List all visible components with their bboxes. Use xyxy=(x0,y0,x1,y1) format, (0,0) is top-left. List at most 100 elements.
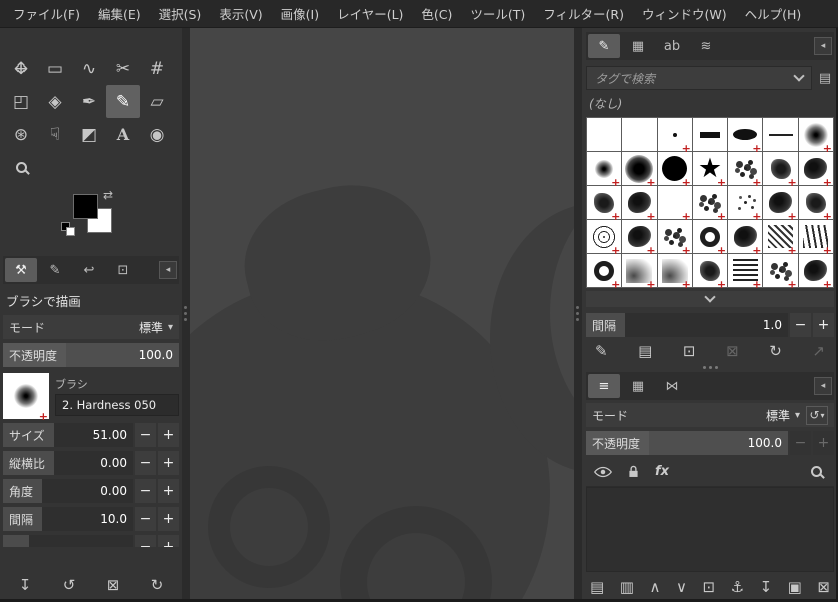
rectangle-select-tool[interactable]: ▭ xyxy=(38,52,72,85)
color-picker-tool[interactable]: ◉ xyxy=(140,118,174,151)
scissors-select-tool[interactable]: ✂ xyxy=(106,52,140,85)
duplicate-layer-button[interactable]: ⊡ xyxy=(702,580,715,595)
free-select-tool[interactable]: ∿ xyxy=(72,52,106,85)
tab-images[interactable]: ⊡ xyxy=(107,258,139,282)
canvas[interactable] xyxy=(190,28,574,602)
brush-item[interactable]: + xyxy=(728,254,762,287)
brush-spacing-increase-button[interactable]: + xyxy=(813,313,834,337)
tool-options-panel-menu-button[interactable]: ◂ xyxy=(159,261,177,279)
layers-list[interactable] xyxy=(586,487,834,572)
brush-item[interactable]: + xyxy=(587,186,621,219)
refresh-brushes-button[interactable]: ↻ xyxy=(769,344,782,359)
menubar-item[interactable]: ウィンドウ(W) xyxy=(633,0,736,27)
tab-device-status[interactable]: ✎ xyxy=(39,258,71,282)
brush-item[interactable]: + xyxy=(622,220,656,253)
brush-item[interactable] xyxy=(622,118,656,151)
brush-item[interactable]: + xyxy=(799,254,833,287)
tag-search-input[interactable]: タグで検索 xyxy=(586,66,812,90)
brush-item[interactable]: + xyxy=(658,152,692,185)
foreground-color-swatch[interactable] xyxy=(73,194,98,219)
brush-item[interactable]: + xyxy=(587,220,621,253)
menubar-item[interactable]: ヘルプ(H) xyxy=(736,0,811,27)
duplicate-brush-button[interactable]: ⊡ xyxy=(683,344,696,359)
anchor-layer-button[interactable]: ⚓ xyxy=(731,580,744,595)
restore-tool-preset-button[interactable]: ↺ xyxy=(63,578,76,593)
menubar-item[interactable]: 表示(V) xyxy=(210,0,271,27)
menubar-item[interactable]: 色(C) xyxy=(412,0,461,27)
brush-item[interactable]: + xyxy=(693,220,727,253)
delete-tool-preset-button[interactable]: ⊠ xyxy=(107,578,120,593)
smudge-tool[interactable]: ☟ xyxy=(38,118,72,151)
text-tool[interactable]: A xyxy=(106,118,140,151)
brush-item[interactable]: + xyxy=(693,152,727,185)
aspect-ratio-slider-increase-button[interactable]: + xyxy=(158,451,179,475)
brush-spacing-slider[interactable]: 間隔 1.0 xyxy=(586,313,788,337)
brush-item[interactable]: + xyxy=(587,254,621,287)
brush-item[interactable]: + xyxy=(763,186,797,219)
brush-item[interactable]: + xyxy=(693,254,727,287)
brush-item[interactable] xyxy=(763,118,797,151)
bucket-fill-tool[interactable]: ◈ xyxy=(38,85,72,118)
size-slider-decrease-button[interactable]: − xyxy=(135,423,156,447)
layer-search-icon[interactable] xyxy=(811,466,822,477)
menubar-item[interactable]: 編集(E) xyxy=(89,0,150,27)
panel-resize-handle-left[interactable] xyxy=(182,28,190,602)
crop-tool[interactable]: # xyxy=(140,52,174,85)
brush-item[interactable]: + xyxy=(622,186,656,219)
brush-item[interactable]: + xyxy=(799,118,833,151)
lower-layer-button[interactable]: ∨ xyxy=(676,580,687,595)
tab-channels[interactable]: ▦ xyxy=(622,374,654,398)
aspect-ratio-slider-decrease-button[interactable]: − xyxy=(135,451,156,475)
clipped-increase-button[interactable]: + xyxy=(158,535,179,547)
tab-undo-history[interactable]: ↩ xyxy=(73,258,105,282)
paint-mode-dropdown[interactable]: モード 標準 ▾ xyxy=(3,315,179,339)
brush-item[interactable]: + xyxy=(658,118,692,151)
menubar-item[interactable]: フィルター(R) xyxy=(534,0,633,27)
brush-item[interactable]: + xyxy=(622,152,656,185)
menubar-item[interactable]: 選択(S) xyxy=(150,0,211,27)
panel-resize-handle-right[interactable] xyxy=(574,28,582,602)
tab-tool-options[interactable]: ⚒ xyxy=(5,258,37,282)
zoom-tool[interactable] xyxy=(4,151,38,184)
brush-item[interactable]: + xyxy=(587,152,621,185)
opacity-slider[interactable]: 不透明度 100.0 xyxy=(3,343,179,367)
paintbrush-tool[interactable]: ✎ xyxy=(106,85,140,118)
default-colors-icon[interactable] xyxy=(61,222,75,236)
angle-slider[interactable]: 角度0.00 xyxy=(3,479,133,503)
menubar-item[interactable]: ファイル(F) xyxy=(4,0,89,27)
tab-gradients[interactable]: ≋ xyxy=(690,34,722,58)
brush-item[interactable]: + xyxy=(799,152,833,185)
ink-tool[interactable]: ✒ xyxy=(72,85,106,118)
spacing-slider[interactable]: 間隔10.0 xyxy=(3,507,133,531)
brush-item[interactable] xyxy=(587,118,621,151)
brush-item[interactable]: + xyxy=(728,152,762,185)
selected-tag[interactable]: (なし) xyxy=(586,90,834,115)
angle-slider-decrease-button[interactable]: − xyxy=(135,479,156,503)
brush-item[interactable]: + xyxy=(622,254,656,287)
brush-item[interactable]: + xyxy=(693,186,727,219)
layers-panel-menu-button[interactable]: ◂ xyxy=(814,377,832,395)
transform-tool[interactable]: ◰ xyxy=(4,85,38,118)
new-brush-button[interactable]: ▤ xyxy=(638,344,652,359)
layer-effects-icon[interactable]: fx xyxy=(655,464,669,479)
layer-mode-value[interactable]: 標準 xyxy=(766,407,790,424)
tab-brushes[interactable]: ✎ xyxy=(588,34,620,58)
aspect-ratio-slider[interactable]: 縦横比0.00 xyxy=(3,451,133,475)
brush-item[interactable]: + xyxy=(763,152,797,185)
dock-separator-grip[interactable] xyxy=(586,363,834,370)
brushes-panel-menu-button[interactable]: ◂ xyxy=(814,37,832,55)
brush-item[interactable] xyxy=(693,118,727,151)
lock-icon[interactable] xyxy=(627,464,640,479)
brush-name-field[interactable]: 2. Hardness 050 xyxy=(55,394,179,416)
reset-tool-options-button[interactable]: ↻ xyxy=(151,578,164,593)
tab-fonts[interactable]: ab xyxy=(656,34,688,58)
visibility-eye-icon[interactable] xyxy=(594,465,612,479)
brush-item[interactable]: + xyxy=(728,220,762,253)
size-slider-increase-button[interactable]: + xyxy=(158,423,179,447)
brush-list-expand-button[interactable] xyxy=(586,291,834,307)
menubar-item[interactable]: ツール(T) xyxy=(461,0,534,27)
merge-down-button[interactable]: ↧ xyxy=(760,580,773,595)
clone-tool[interactable]: ⊛ xyxy=(4,118,38,151)
spacing-slider-increase-button[interactable]: + xyxy=(158,507,179,531)
delete-layer-button[interactable]: ⊠ xyxy=(817,580,830,595)
